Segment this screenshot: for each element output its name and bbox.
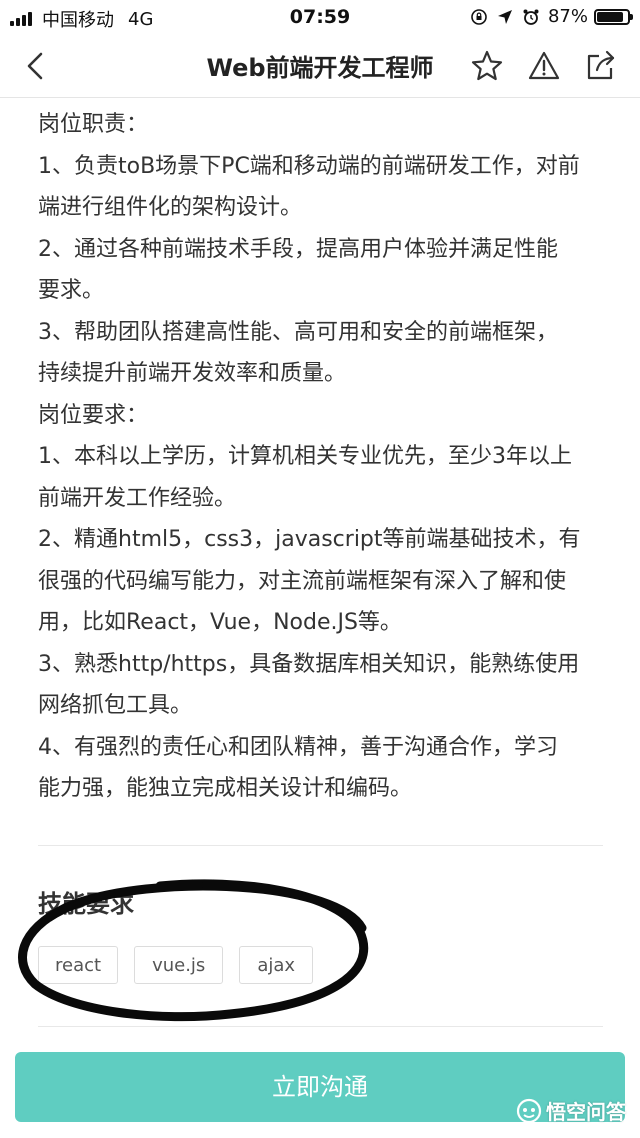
skills-title: 技能要求 — [38, 890, 134, 918]
watermark-label: 悟空问答 — [546, 1100, 626, 1124]
description-line: 用，比如React，Vue，Node.JS等。 — [38, 610, 402, 635]
skill-tag[interactable]: ajax — [239, 946, 314, 984]
battery-fill — [597, 11, 624, 22]
description-line: 能力强，能独立完成相关设计和编码。 — [38, 776, 413, 801]
skill-tag[interactable]: react — [38, 946, 119, 984]
skill-tags: react vue.js ajax — [38, 946, 329, 984]
description-line: 1、本科以上学历，计算机相关专业优先，至少3年以上 — [38, 444, 572, 469]
share-icon[interactable] — [583, 48, 619, 84]
description-line: 2、精通html5，css3，javascript等前端基础技术，有 — [38, 527, 581, 552]
section-divider — [38, 845, 603, 846]
description-line: 岗位要求： — [38, 402, 149, 428]
description-line: 岗位职责： — [38, 112, 149, 137]
description-line: 前端开发工作经验。 — [38, 485, 237, 511]
battery-percent: 87% — [547, 6, 588, 27]
alarm-icon — [523, 9, 539, 25]
description-line: 端进行组件化的架构设计。 — [38, 195, 303, 220]
description-line: 持续提升前端开发效率和质量。 — [38, 361, 347, 386]
description-line: 很强的代码编写能力，对主流前端框架有深入了解和使 — [38, 568, 567, 594]
description-line: 网络抓包工具。 — [38, 693, 193, 718]
location-icon — [497, 9, 512, 24]
description-line: 4、有强烈的责任心和团队精神，善于沟通合作，学习 — [38, 734, 558, 760]
wukong-logo-icon — [516, 1098, 542, 1123]
description-line: 要求。 — [38, 278, 105, 303]
skill-tag[interactable]: vue.js — [134, 946, 224, 984]
status-right: 87% — [470, 6, 633, 27]
job-description: 岗位职责： 1、负责toB场景下PC端和移动端的前端研发工作，对前 端进行组件化… — [38, 104, 608, 810]
nav-bar: Web前端开发工程师 — [0, 34, 640, 98]
battery-icon — [594, 8, 633, 25]
orientation-lock-icon — [471, 8, 487, 25]
watermark: 悟空问答 — [516, 1096, 626, 1125]
description-line: 3、熟悉http/https，具备数据库相关知识，能熟练使用 — [38, 651, 580, 677]
description-line: 3、帮助团队搭建高性能、高可用和安全的前端框架， — [38, 319, 558, 345]
star-icon[interactable] — [469, 48, 505, 84]
warning-icon[interactable] — [526, 48, 562, 84]
section-divider — [38, 1026, 603, 1027]
description-line: 1、负责toB场景下PC端和移动端的前端研发工作，对前 — [38, 153, 580, 179]
status-bar: 中国移动 4G 07:59 87% — [0, 0, 640, 34]
description-line: 2、通过各种前端技术手段，提高用户体验并满足性能 — [38, 236, 558, 262]
